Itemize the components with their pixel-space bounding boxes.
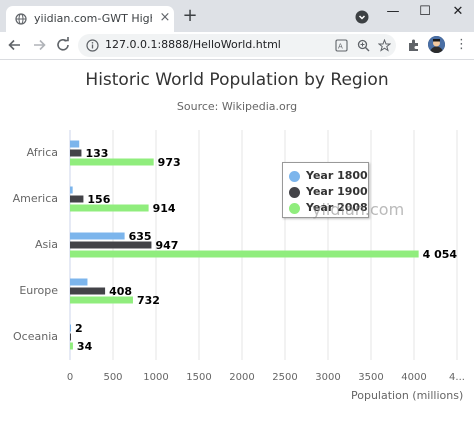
address-bar[interactable]: 127.0.0.1:8888/HelloWorld.html A: [78, 34, 396, 57]
browser-tab[interactable]: yiidian.com-GWT Highcharts ×: [6, 6, 174, 32]
bar: [70, 195, 84, 203]
bar: [70, 250, 419, 258]
profile-avatar-image: [428, 36, 445, 53]
category-label: Oceania: [13, 330, 58, 343]
minimize-button[interactable]: —: [382, 4, 404, 20]
value-tick-label: 3500: [358, 372, 384, 383]
legend-marker: [289, 203, 300, 214]
bar: [70, 232, 125, 240]
data-label: 635: [128, 229, 152, 243]
bar: [70, 287, 106, 295]
bar: [70, 342, 73, 350]
value-axis-title: Population (millions): [351, 389, 464, 402]
data-label: 947: [155, 238, 179, 252]
profile-avatar[interactable]: [428, 36, 445, 53]
back-icon[interactable]: [6, 36, 24, 54]
extensions-icon[interactable]: [406, 37, 422, 53]
bar: [70, 324, 71, 332]
data-label: 973: [157, 155, 181, 169]
reload-icon[interactable]: [54, 36, 72, 54]
close-window-button[interactable]: ✕: [447, 4, 469, 20]
legend-label: Year 1900: [306, 185, 368, 198]
star-icon[interactable]: [378, 39, 391, 52]
value-tick-label: 4000: [401, 372, 427, 383]
value-tick-label: 1000: [143, 372, 169, 383]
svg-text:A: A: [338, 43, 343, 51]
tab-strip: yiidian.com-GWT Highcharts × + — ☐ ✕: [0, 0, 474, 32]
tab-close-button[interactable]: ×: [158, 11, 172, 25]
value-tick-label: 2000: [229, 372, 255, 383]
chart-title: Historic World Population by Region: [85, 70, 389, 90]
tab-title: yiidian.com-GWT Highcharts: [34, 12, 152, 25]
bar: [70, 278, 88, 286]
value-tick-label: 0: [66, 372, 74, 383]
bar: [70, 186, 73, 194]
data-label: 34: [76, 339, 93, 353]
legend-marker: [289, 171, 300, 182]
chart-container: Historic World Population by Region Sour…: [0, 60, 474, 435]
bar: [70, 296, 133, 304]
legend-label: Year 1800: [306, 169, 368, 182]
data-label: 408: [109, 284, 133, 298]
browser-window: yiidian.com-GWT Highcharts × + — ☐ ✕: [0, 0, 474, 435]
value-tick-label: 500: [103, 372, 123, 383]
category-label: Asia: [34, 238, 58, 251]
chart-subtitle: Source: Wikipedia.org: [176, 100, 298, 113]
browser-menu-button[interactable]: ⋮: [455, 37, 468, 53]
category-label: Africa: [26, 146, 58, 159]
browser-toolbar: 127.0.0.1:8888/HelloWorld.html A ⋮: [0, 32, 474, 60]
maximize-button[interactable]: ☐: [414, 4, 436, 20]
bar: [70, 158, 154, 166]
new-tab-button[interactable]: +: [181, 7, 199, 26]
translate-icon[interactable]: A: [335, 39, 348, 52]
data-label: 914: [152, 201, 176, 215]
category-label: Europe: [19, 284, 58, 297]
value-tick-label: 3000: [315, 372, 341, 383]
bar: [70, 149, 82, 157]
data-label: 732: [136, 293, 160, 307]
bar: [70, 241, 152, 249]
value-tick-label: 2500: [272, 372, 298, 383]
bar: [70, 140, 80, 148]
globe-icon: [15, 13, 27, 25]
data-label: 2: [75, 321, 83, 335]
tab-search-icon[interactable]: [355, 10, 369, 24]
value-tick-label: 4...: [449, 372, 465, 383]
url-text[interactable]: 127.0.0.1:8888/HelloWorld.html: [105, 38, 281, 51]
bar: [70, 204, 149, 212]
data-label: 4 054: [422, 247, 458, 261]
watermark: yiidian.com: [312, 200, 405, 219]
value-tick-label: 1500: [186, 372, 212, 383]
zoom-icon[interactable]: [357, 39, 370, 52]
info-icon[interactable]: [86, 39, 99, 52]
category-label: America: [12, 192, 58, 205]
forward-icon[interactable]: [30, 36, 48, 54]
data-label: 133: [85, 146, 109, 160]
data-label: 156: [87, 192, 111, 206]
legend-marker: [289, 187, 300, 198]
bar: [70, 333, 71, 341]
